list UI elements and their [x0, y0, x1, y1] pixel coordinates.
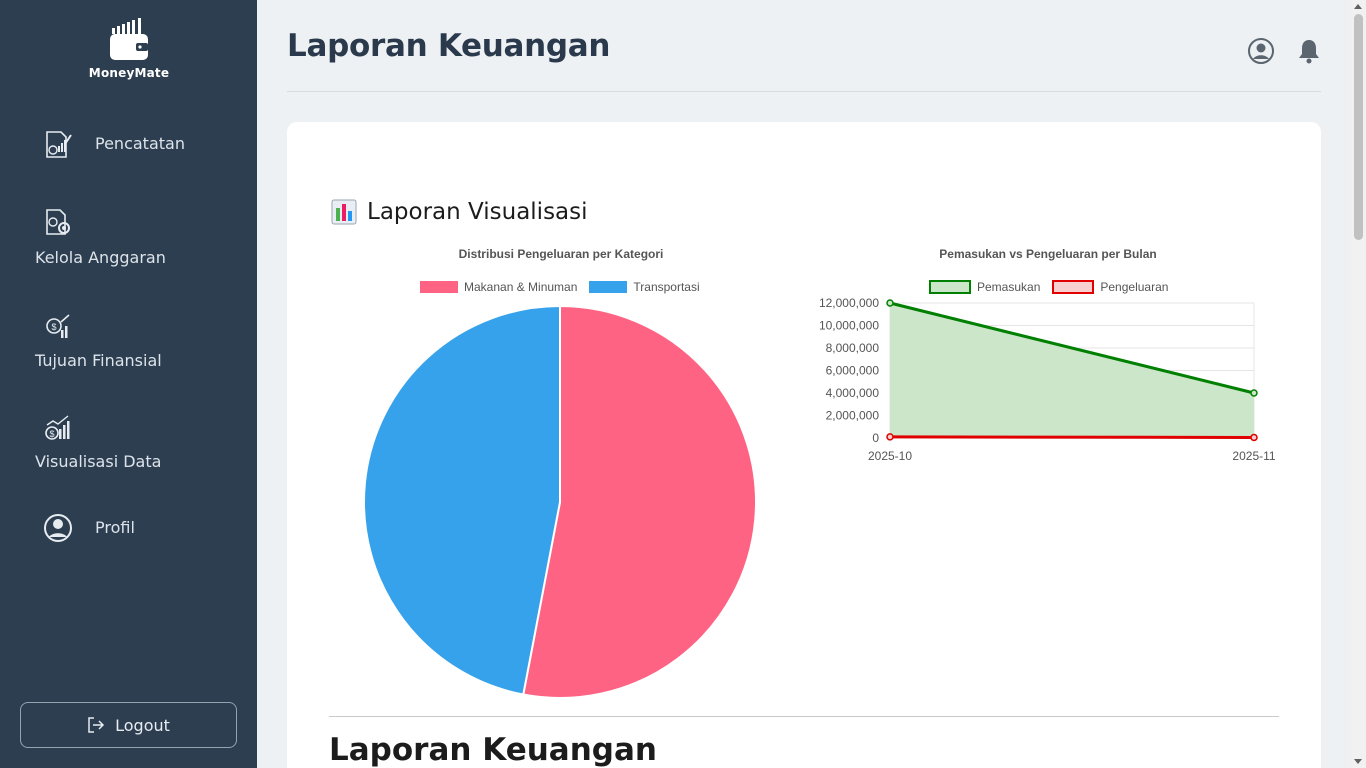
line-chart-legend: Pemasukan Pengeluaran: [929, 280, 1168, 294]
x-tick-label: 2025-10: [868, 449, 912, 463]
legend-label: Makanan & Minuman: [464, 280, 578, 294]
legend-label: Pemasukan: [977, 280, 1041, 294]
section-divider: [329, 716, 1279, 717]
scroll-thumb[interactable]: [1354, 14, 1363, 240]
sidebar: MoneyMate Pencatatan Kelola Anggaran $ T…: [0, 0, 257, 768]
data-point[interactable]: [1250, 389, 1258, 397]
y-tick-label: 2,000,000: [826, 409, 880, 423]
sidebar-item-visualisasi-data[interactable]: $ Visualisasi Data: [0, 411, 257, 471]
legend-swatch-transport: [589, 281, 628, 293]
sidebar-item-label: Kelola Anggaran: [35, 248, 166, 267]
pie-chart: [363, 304, 757, 699]
data-point[interactable]: [1250, 433, 1258, 442]
report-card: Laporan Visualisasi Distribusi Pengeluar…: [287, 122, 1321, 768]
bell-icon[interactable]: [1295, 37, 1323, 65]
logout-button[interactable]: Logout: [20, 702, 237, 748]
section-title: Laporan Visualisasi: [331, 199, 588, 225]
page-scrollbar[interactable]: [1351, 0, 1366, 768]
sidebar-item-label: Pencatatan: [95, 134, 185, 153]
legend-label: Pengeluaran: [1100, 280, 1169, 294]
pie-slice[interactable]: [363, 304, 561, 696]
app-name: MoneyMate: [88, 66, 170, 80]
y-tick-label: 12,000,000: [819, 296, 879, 310]
data-point[interactable]: [886, 433, 894, 441]
header-divider: [287, 91, 1321, 92]
sidebar-item-label: Visualisasi Data: [35, 452, 162, 471]
budget-gear-icon: [46, 209, 70, 235]
legend-label: Transportasi: [633, 280, 700, 294]
svg-text:$: $: [51, 322, 56, 332]
legend-swatch-food: [420, 281, 458, 293]
section-title-text: Laporan Visualisasi: [367, 199, 588, 225]
bottom-title: Laporan Keuangan: [329, 732, 657, 768]
sidebar-item-pencatatan[interactable]: Pencatatan: [0, 114, 257, 174]
notes-chart-icon: [46, 131, 72, 158]
svg-text:$: $: [49, 429, 54, 439]
sidebar-item-label: Profil: [95, 518, 135, 537]
legend-swatch-income: [929, 280, 971, 294]
y-tick-label: 4,000,000: [826, 386, 880, 400]
legend-item[interactable]: Makanan & Minuman: [420, 280, 577, 294]
pie-chart-legend: Makanan & Minuman Transportasi: [420, 280, 700, 294]
y-tick-label: 10,000,000: [819, 319, 879, 333]
wallet-icon: [110, 18, 148, 60]
data-point[interactable]: [886, 299, 894, 307]
logout-label: Logout: [115, 715, 170, 735]
y-tick-label: 8,000,000: [826, 341, 880, 355]
page-title: Laporan Keuangan: [287, 28, 611, 64]
series-line: [889, 435, 1255, 439]
user-circle-icon: [44, 514, 72, 542]
legend-item[interactable]: Transportasi: [589, 280, 700, 294]
legend-item[interactable]: Pengeluaran: [1052, 280, 1168, 294]
app-logo[interactable]: MoneyMate: [87, 18, 171, 80]
legend-swatch-expense: [1052, 280, 1095, 294]
y-tick-label: 6,000,000: [826, 364, 880, 378]
logout-icon: [88, 717, 105, 733]
bar-chart-icon: [331, 199, 357, 225]
legend-item[interactable]: Pemasukan: [929, 280, 1040, 294]
sidebar-item-tujuan-finansial[interactable]: $ Tujuan Finansial: [0, 310, 257, 370]
goal-money-icon: $: [46, 314, 70, 338]
sidebar-item-label: Tujuan Finansial: [35, 351, 162, 370]
sidebar-item-profil[interactable]: Profil: [0, 498, 257, 558]
sidebar-item-kelola-anggaran[interactable]: Kelola Anggaran: [0, 206, 257, 267]
scroll-down-icon[interactable]: [1354, 759, 1362, 764]
user-circle-icon[interactable]: [1247, 37, 1275, 65]
analytics-icon: $: [45, 415, 70, 440]
scroll-up-icon[interactable]: [1354, 4, 1362, 9]
line-chart-title: Pemasukan vs Pengeluaran per Bulan: [939, 247, 1157, 261]
pie-chart-title: Distribusi Pengeluaran per Kategori: [458, 247, 664, 261]
line-chart: 12,000,000 10,000,000 8,000,000 6,000,000 4,…: [819, 296, 1276, 463]
x-tick-label: 2025-11: [1232, 449, 1275, 463]
y-tick-label: 0: [872, 431, 879, 445]
